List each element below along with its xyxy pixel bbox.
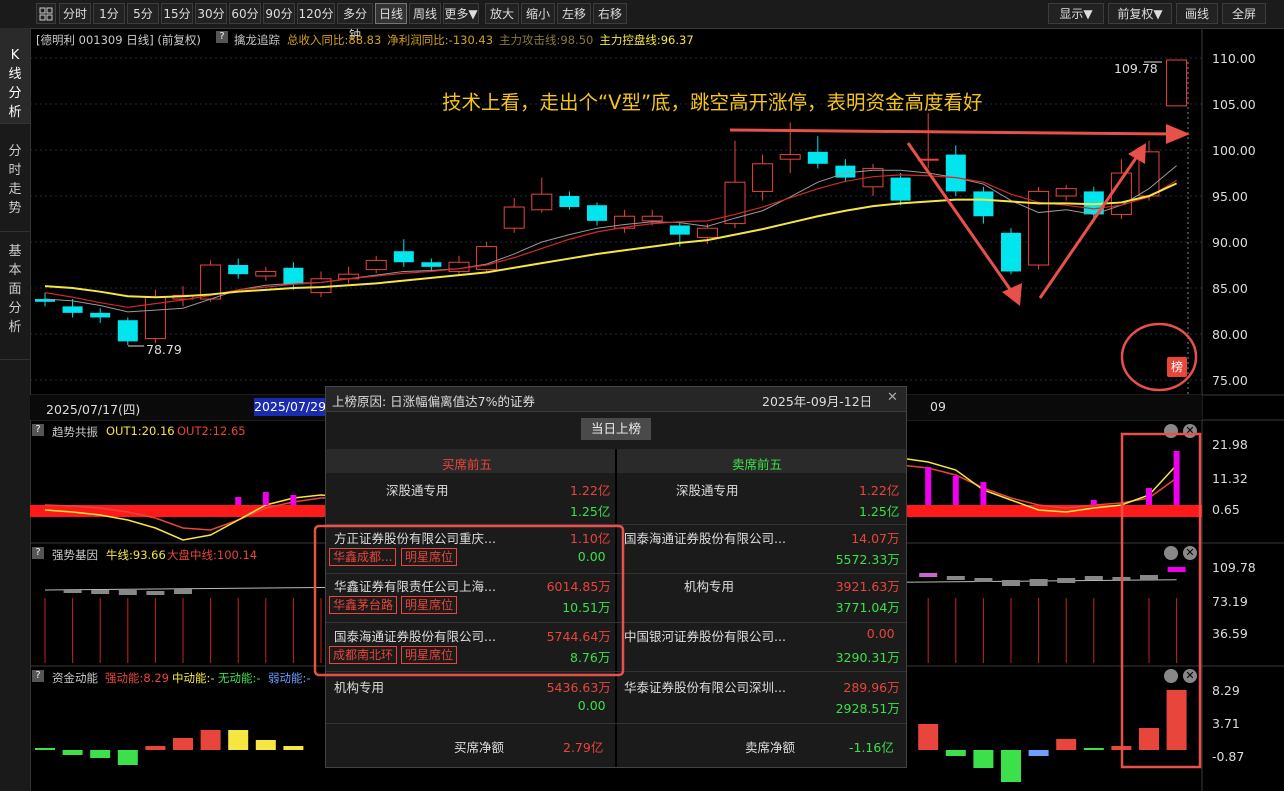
indicator-highlight-box: [1120, 432, 1202, 769]
arrow-down-shaft: [906, 142, 1014, 293]
highlight-overlay: [313, 124, 1202, 769]
arrow-right-shaft: [729, 128, 1176, 136]
arrow-right-head: [1166, 124, 1190, 144]
arrow-down-head: [1002, 283, 1022, 306]
arrow-up-shaft: [1038, 157, 1138, 299]
star-seats-highlight-box: [313, 524, 625, 677]
arrow-up-head: [1128, 143, 1146, 164]
badge-highlight-circle: [1120, 322, 1198, 392]
